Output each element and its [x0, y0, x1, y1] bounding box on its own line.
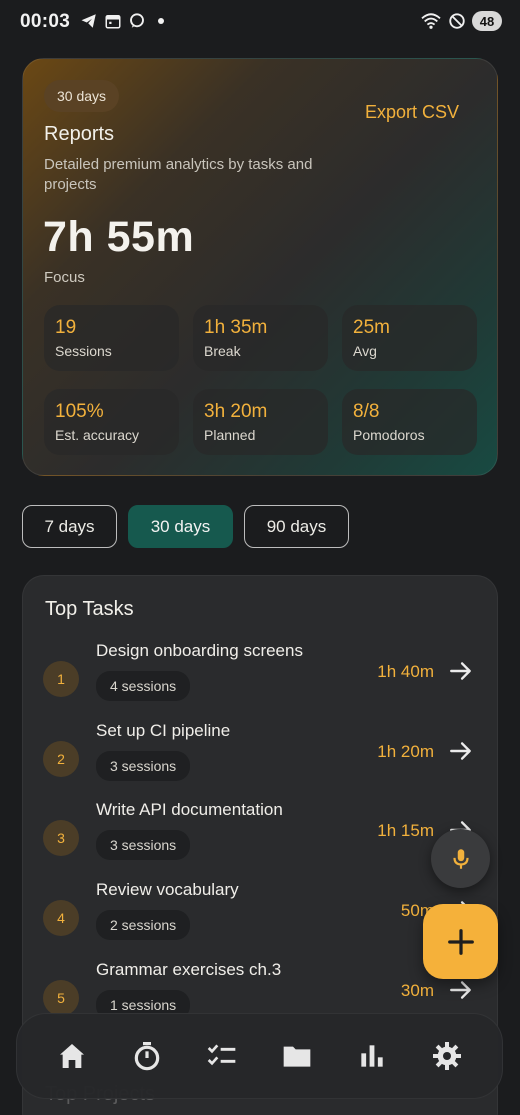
task-rank: 2: [43, 741, 79, 777]
focus-total-value: 7h 55m: [43, 213, 195, 261]
stat-value: 19: [55, 317, 77, 338]
task-sessions-badge: 4 sessions: [96, 671, 191, 701]
task-duration: 1h 15m: [377, 821, 434, 840]
task-name: Grammar exercises ch.3: [96, 960, 282, 979]
task-duration: 30m: [400, 981, 434, 1000]
range-30-days-button[interactable]: 30 days: [128, 505, 233, 548]
stat-avg: 25m Avg: [342, 305, 477, 371]
range-7-days-button[interactable]: 7 days: [22, 505, 117, 548]
stat-value: 105%: [55, 401, 104, 422]
top-tasks-title: Top Tasks: [45, 598, 134, 620]
timer-icon: [134, 1042, 160, 1071]
stat-pomodoros: 8/8 Pomodoros: [342, 389, 477, 455]
nav-home[interactable]: [52, 1036, 92, 1076]
checklist-icon: [207, 1044, 236, 1066]
stat-value: 1h 35m: [204, 317, 268, 338]
arrow-right-icon[interactable]: [448, 738, 474, 764]
voice-input-button[interactable]: [431, 829, 490, 888]
stat-label: Avg: [353, 343, 377, 359]
task-row[interactable]: 1 Design onboarding screens 4 sessions 1…: [23, 641, 499, 713]
microphone-icon: [452, 848, 469, 869]
stat-label: Sessions: [55, 343, 112, 359]
task-row[interactable]: 3 Write API documentation 3 sessions 1h …: [23, 800, 499, 872]
stat-label: Planned: [204, 427, 256, 443]
nav-reports[interactable]: [352, 1036, 392, 1076]
message-icon: [130, 13, 144, 28]
nav-projects[interactable]: [277, 1036, 317, 1076]
task-rank: 1: [43, 661, 79, 697]
stat-label: Break: [204, 343, 241, 359]
focus-total-label: Focus: [44, 269, 85, 286]
task-name: Design onboarding screens: [96, 641, 303, 660]
do-not-disturb-icon: [449, 13, 465, 29]
more-notifications-dot: [158, 18, 164, 24]
range-selector: 7 days 30 days 90 days: [22, 505, 349, 548]
stat-planned: 3h 20m Planned: [193, 389, 328, 455]
stat-sessions: 19 Sessions: [44, 305, 179, 371]
task-rank: 5: [43, 980, 79, 1016]
status-bar: 00:03 48: [0, 0, 520, 44]
system-icons: 48: [420, 11, 502, 31]
range-90-days-button[interactable]: 90 days: [244, 505, 349, 548]
reports-summary-card: 30 days Export CSV Reports Detailed prem…: [22, 58, 498, 476]
task-sessions-badge: 3 sessions: [96, 751, 191, 781]
add-button[interactable]: [423, 904, 498, 979]
task-duration: 1h 20m: [377, 742, 434, 761]
task-sessions-badge: 3 sessions: [96, 830, 191, 860]
stat-value: 3h 20m: [204, 401, 268, 422]
telegram-icon: [81, 14, 96, 28]
arrow-right-icon[interactable]: [448, 977, 474, 1003]
notification-icons: [80, 12, 164, 30]
stat-break: 1h 35m Break: [193, 305, 328, 371]
task-name: Set up CI pipeline: [96, 721, 231, 740]
bottom-navigation: [16, 1013, 503, 1099]
stat-label: Pomodoros: [353, 427, 425, 443]
stats-grid: 19 Sessions 1h 35m Break 25m Avg 105% Es…: [44, 305, 478, 455]
stat-label: Est. accuracy: [55, 427, 140, 443]
nav-tasks[interactable]: [202, 1036, 242, 1076]
calendar-icon: [105, 15, 121, 29]
page-subtitle: Detailed premium analytics by tasks and …: [44, 156, 313, 193]
task-name: Write API documentation: [96, 800, 283, 819]
task-rank: 3: [43, 820, 79, 856]
stat-est-accuracy: 105% Est. accuracy: [44, 389, 179, 455]
nav-timer[interactable]: [127, 1036, 167, 1076]
task-sessions-badge: 2 sessions: [96, 910, 191, 940]
task-name: Review vocabulary: [96, 880, 239, 899]
nav-settings[interactable]: [427, 1036, 467, 1076]
settings-gear-icon: [432, 1042, 461, 1070]
wifi-icon: [421, 13, 441, 29]
stat-value: 8/8: [353, 401, 380, 422]
plus-icon: [447, 928, 474, 955]
battery-indicator: 48: [472, 11, 502, 31]
export-csv-button[interactable]: Export CSV: [365, 102, 459, 123]
range-badge: 30 days: [44, 80, 120, 112]
folder-icon: [283, 1046, 311, 1067]
arrow-right-icon[interactable]: [448, 658, 474, 684]
task-duration: 1h 40m: [377, 662, 434, 681]
stat-value: 25m: [353, 317, 390, 338]
status-time: 00:03: [20, 11, 71, 32]
task-row[interactable]: 2 Set up CI pipeline 3 sessions 1h 20m: [23, 721, 499, 793]
task-rank: 4: [43, 900, 79, 936]
page-title: Reports: [44, 123, 115, 145]
home-icon: [60, 1044, 85, 1068]
bar-chart-icon: [361, 1045, 383, 1067]
